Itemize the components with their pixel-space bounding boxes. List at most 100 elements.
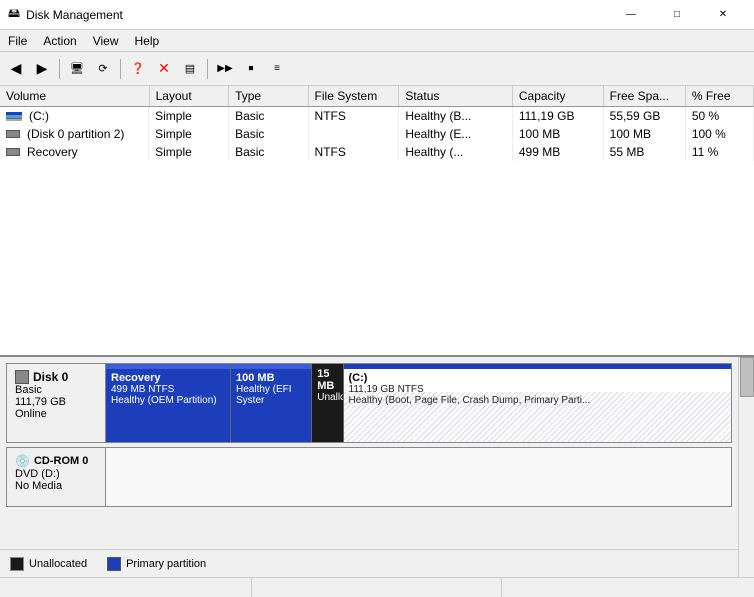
menu-file[interactable]: File: [0, 30, 35, 51]
cdrom0-media: No Media: [15, 480, 97, 492]
tb-delete-button[interactable]: ✕: [152, 57, 176, 81]
status-section-3: [503, 578, 750, 597]
col-percentfree: % Free: [685, 86, 753, 107]
partition-name: 15 MB: [317, 368, 337, 392]
disk0-status: Online: [15, 408, 97, 420]
tb-forward-button[interactable]: ▶: [30, 57, 54, 81]
toolbar-separator-3: [207, 59, 208, 79]
tb-extra-button[interactable]: ≡: [265, 57, 289, 81]
menu-action[interactable]: Action: [35, 30, 84, 51]
partition-stripe: [231, 364, 311, 369]
partition-recovery[interactable]: Recovery 499 MB NTFS Healthy (OEM Partit…: [106, 364, 231, 442]
col-capacity: Capacity: [512, 86, 603, 107]
partition-name: 100 MB: [236, 372, 306, 384]
toolbar: ◀ ▶ 🖥 ⟳ ❓ ✕ ▤ ▶▶ ⏹ ≡: [0, 52, 754, 86]
volume-table: Volume Layout Type File System Status Ca…: [0, 86, 754, 161]
main-content: Volume Layout Type File System Status Ca…: [0, 86, 754, 597]
tb-back-button[interactable]: ◀: [4, 57, 28, 81]
row2-volume: (Disk 0 partition 2): [0, 125, 149, 143]
row1-status: Healthy (B...: [399, 107, 513, 126]
tb-help-button[interactable]: ❓: [126, 57, 150, 81]
title-bar-left: 🖴 Disk Management: [8, 4, 123, 25]
row3-filesystem: NTFS: [308, 143, 399, 161]
partition-status: Unalloca...: [317, 392, 337, 403]
partition-size: 499 MB NTFS: [111, 384, 225, 395]
row3-capacity: 499 MB: [512, 143, 603, 161]
disk-icon-2: [6, 130, 20, 138]
menu-view[interactable]: View: [85, 30, 127, 51]
status-bar: [0, 577, 754, 597]
row1-filesystem: NTFS: [308, 107, 399, 126]
table-row[interactable]: Recovery Simple Basic NTFS Healthy (... …: [0, 143, 754, 161]
legend-bar: Unallocated Primary partition: [0, 549, 738, 577]
cdrom0-drive: DVD (D:): [15, 468, 97, 480]
partition-size: 111,19 GB NTFS: [349, 384, 727, 395]
row2-layout: Simple: [149, 125, 228, 143]
legend-primary: Primary partition: [107, 557, 206, 571]
row2-filesystem: [308, 125, 399, 143]
menu-bar: File Action View Help: [0, 30, 754, 52]
table-area: Volume Layout Type File System Status Ca…: [0, 86, 754, 357]
cdrom0-row: 💿 CD-ROM 0 DVD (D:) No Media: [6, 447, 732, 507]
tb-properties-button[interactable]: 🖥: [65, 57, 89, 81]
row1-freespace: 55,59 GB: [603, 107, 685, 126]
col-filesystem: File System: [308, 86, 399, 107]
col-status: Status: [399, 86, 513, 107]
row3-layout: Simple: [149, 143, 228, 161]
tb-refresh-button[interactable]: ⟳: [91, 57, 115, 81]
close-button[interactable]: ✕: [700, 0, 746, 30]
legend-swatch-primary: [107, 557, 121, 571]
partition-c[interactable]: (C:) 111,19 GB NTFS Healthy (Boot, Page …: [344, 364, 732, 442]
table-row[interactable]: (C:) Simple Basic NTFS Healthy (B... 111…: [0, 107, 754, 126]
app-title: Disk Management: [26, 8, 123, 22]
scroll-thumb[interactable]: [740, 357, 754, 397]
cdrom0-body: [106, 447, 732, 507]
cdrom0-label: 💿 CD-ROM 0 DVD (D:) No Media: [6, 447, 106, 507]
tb-next-button[interactable]: ▶▶: [213, 57, 237, 81]
menu-help[interactable]: Help: [127, 30, 168, 51]
row1-volume: (C:): [0, 107, 149, 125]
partition-status: Healthy (OEM Partition): [111, 395, 225, 406]
table-row[interactable]: (Disk 0 partition 2) Simple Basic Health…: [0, 125, 754, 143]
disk0-label: Disk 0 Basic 111,79 GB Online: [6, 363, 106, 443]
legend-swatch-unallocated: [10, 557, 24, 571]
table-header-row: Volume Layout Type File System Status Ca…: [0, 86, 754, 107]
tb-format-button[interactable]: ▤: [178, 57, 202, 81]
partition-efi[interactable]: 100 MB Healthy (EFI Syster: [231, 364, 312, 442]
row3-freespace: 55 MB: [603, 143, 685, 161]
row1-capacity: 111,19 GB: [512, 107, 603, 126]
disk0-size: 111,79 GB: [15, 396, 97, 408]
row2-percentfree: 100 %: [685, 125, 753, 143]
row3-status: Healthy (...: [399, 143, 513, 161]
partition-name: (C:): [349, 372, 727, 384]
cdrom0-name: 💿 CD-ROM 0: [15, 454, 97, 468]
toolbar-separator-1: [59, 59, 60, 79]
tb-stop-button[interactable]: ⏹: [239, 57, 263, 81]
col-layout: Layout: [149, 86, 228, 107]
partition-stripe: [344, 364, 732, 369]
legend-label-primary: Primary partition: [126, 558, 206, 570]
title-bar: 🖴 Disk Management — □ ✕: [0, 0, 754, 30]
minimize-button[interactable]: —: [608, 0, 654, 30]
row1-type: Basic: [229, 107, 308, 126]
row3-percentfree: 11 %: [685, 143, 753, 161]
col-type: Type: [229, 86, 308, 107]
partition-status: Healthy (EFI Syster: [236, 384, 306, 406]
maximize-button[interactable]: □: [654, 0, 700, 30]
disk0-partitions: Recovery 499 MB NTFS Healthy (OEM Partit…: [106, 363, 732, 443]
legend-label-unallocated: Unallocated: [29, 558, 87, 570]
toolbar-separator-2: [120, 59, 121, 79]
row1-percentfree: 50 %: [685, 107, 753, 126]
scrollbar-vertical[interactable]: [738, 357, 754, 577]
col-volume: Volume: [0, 86, 149, 107]
title-bar-controls: — □ ✕: [608, 0, 746, 30]
row1-layout: Simple: [149, 107, 228, 126]
status-section-2: [253, 578, 501, 597]
partition-name: Recovery: [111, 372, 225, 384]
partition-stripe: [106, 364, 230, 369]
disk0-name: Disk 0: [15, 370, 97, 384]
partition-status: Healthy (Boot, Page File, Crash Dump, Pr…: [349, 395, 727, 406]
partition-unallocated[interactable]: 15 MB Unalloca...: [312, 364, 343, 442]
disk0-type: Basic: [15, 384, 97, 396]
row3-volume: Recovery: [0, 143, 149, 161]
